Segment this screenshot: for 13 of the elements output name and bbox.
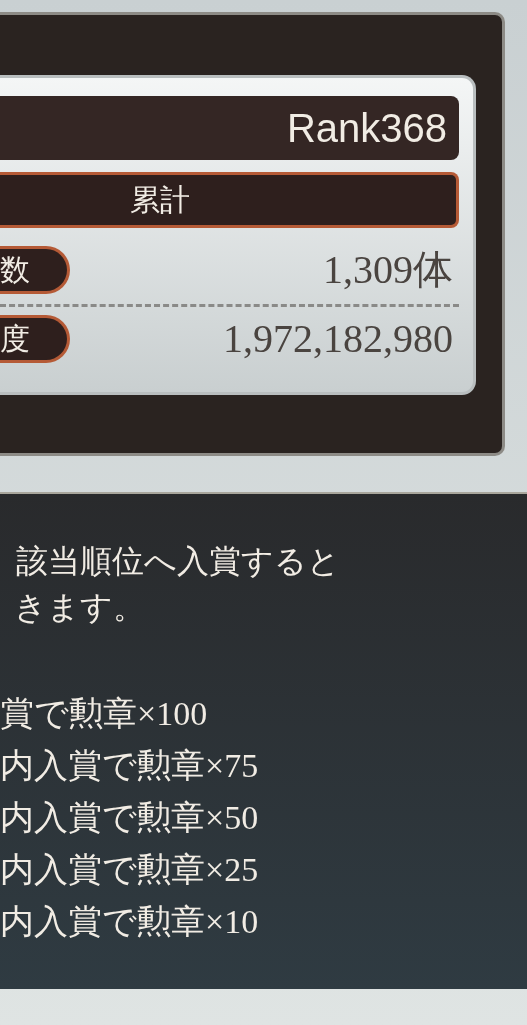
stat-value: 1,309体 [323, 250, 453, 290]
section-title: 累計 [130, 185, 190, 215]
label-pill: 度 [0, 314, 70, 363]
reward-text: 内入賞で勲章×25 [0, 850, 259, 890]
reward-text: 内入賞で勲章×10 [0, 902, 259, 942]
reward-text: 賞で勲章×100 [0, 694, 208, 734]
rank-text: Rank368 [286, 108, 447, 148]
reward-text: 内入賞で勲章×50 [0, 798, 259, 838]
info-text: 該当順位へ入賞すると [15, 542, 340, 581]
reward-text: 内入賞で勲章×75 [0, 746, 259, 786]
label-pill: 数 [0, 246, 70, 294]
info-text: きます。 [13, 588, 145, 627]
stat-value: 1,972,182,980 [223, 318, 453, 359]
